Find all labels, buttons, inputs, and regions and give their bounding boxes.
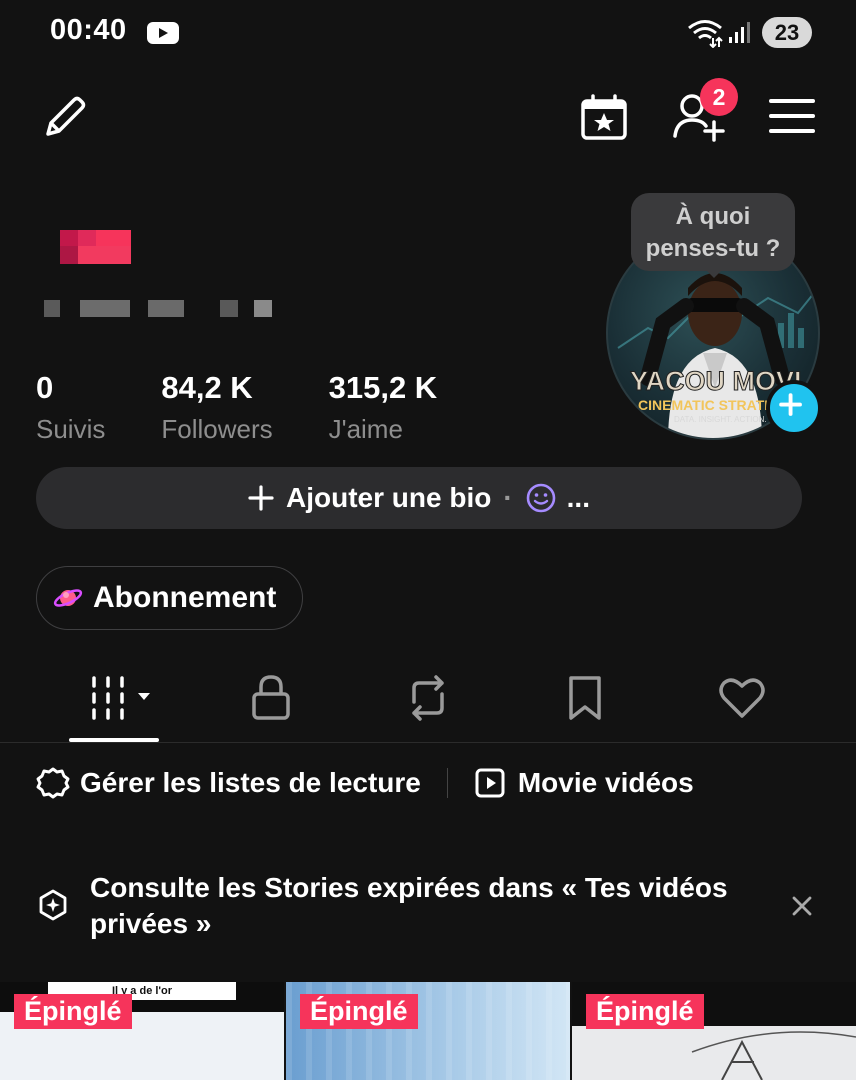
stat-following-value: 0 xyxy=(36,370,54,405)
video-tile[interactable]: Il y a de l'or Épinglé xyxy=(0,982,284,1080)
movie-videos-button[interactable]: Movie vidéos xyxy=(474,767,694,799)
add-bio-label: Ajouter une bio xyxy=(286,482,492,513)
profile-screen: 00:40 23 2 0 Suivis 84,2 K Followers 315… xyxy=(0,0,856,1080)
pinned-badge: Épinglé xyxy=(586,994,704,1029)
bubble-tail xyxy=(704,268,724,278)
add-bio-button[interactable]: Ajouter une bio · ... xyxy=(36,467,802,529)
stories-banner-text[interactable]: Consulte les Stories expirées dans « Tes… xyxy=(90,870,770,942)
movie-videos-label: Movie vidéos xyxy=(517,767,694,798)
add-story-icon[interactable] xyxy=(766,380,822,436)
stat-likes[interactable]: 315,2 K J'aime xyxy=(329,370,438,445)
stat-likes-value: 315,2 K xyxy=(328,370,438,405)
stories-icon xyxy=(39,889,67,921)
tab-videos-grid-icon[interactable] xyxy=(88,672,156,724)
wifi-icon xyxy=(688,20,723,48)
battery-indicator: 23 xyxy=(762,17,812,48)
tab-saved-bookmark-icon[interactable] xyxy=(559,672,611,724)
pinned-badge: Épinglé xyxy=(300,994,418,1029)
stat-likes-label: J'aime xyxy=(328,414,403,444)
manage-playlists-label: Gérer les listes de lecture xyxy=(80,767,421,798)
status-prompt-bubble[interactable]: À quoi penses-tu ? xyxy=(631,193,795,271)
pinned-badge: Épinglé xyxy=(14,994,132,1029)
status-time: 00:40 xyxy=(50,14,127,46)
plus-icon xyxy=(248,485,274,511)
avatar-text-line2: CINEMATIC STRATE xyxy=(638,397,774,413)
manage-playlists-button[interactable]: Gérer les listes de lecture xyxy=(36,766,421,800)
tab-liked-heart-icon[interactable] xyxy=(716,672,768,724)
youtube-icon xyxy=(147,22,179,44)
bio-separator: · xyxy=(503,482,513,513)
video-tile[interactable]: Épinglé xyxy=(286,982,570,1080)
video-tile[interactable]: Épinglé xyxy=(572,982,856,1080)
playlist-bar: Gérer les listes de lecture Movie vidéos xyxy=(36,766,694,800)
menu-icon[interactable] xyxy=(768,96,816,136)
stat-followers[interactable]: 84,2 K Followers xyxy=(161,370,272,445)
stat-following[interactable]: 0 Suivis xyxy=(36,370,105,445)
avatar-text-line3: DATA. INSIGHT. ACTION. xyxy=(674,415,767,424)
stat-followers-label: Followers xyxy=(161,414,273,444)
gear-icon xyxy=(36,767,70,799)
signal-icon xyxy=(729,22,750,43)
calendar-star-icon[interactable] xyxy=(578,92,630,144)
play-box-icon xyxy=(475,768,505,798)
stat-followers-value: 84,2 K xyxy=(161,370,253,405)
edit-pencil-icon[interactable] xyxy=(38,92,90,144)
tab-divider xyxy=(0,742,856,743)
bio-ellipsis: ... xyxy=(566,482,590,513)
tab-reposts-icon[interactable] xyxy=(402,672,454,724)
subscription-label: Abonnement xyxy=(93,581,277,614)
subscription-button[interactable]: Abonnement xyxy=(36,566,303,630)
profile-stats: 0 Suivis 84,2 K Followers 315,2 K J'aime xyxy=(36,370,493,445)
stat-following-label: Suivis xyxy=(36,414,106,444)
emoji-icon xyxy=(526,483,555,513)
close-icon[interactable] xyxy=(788,892,816,920)
planet-icon xyxy=(53,589,83,607)
playlist-separator xyxy=(446,768,448,798)
notification-badge: 2 xyxy=(700,78,738,116)
tab-private-lock-icon[interactable] xyxy=(245,672,297,724)
